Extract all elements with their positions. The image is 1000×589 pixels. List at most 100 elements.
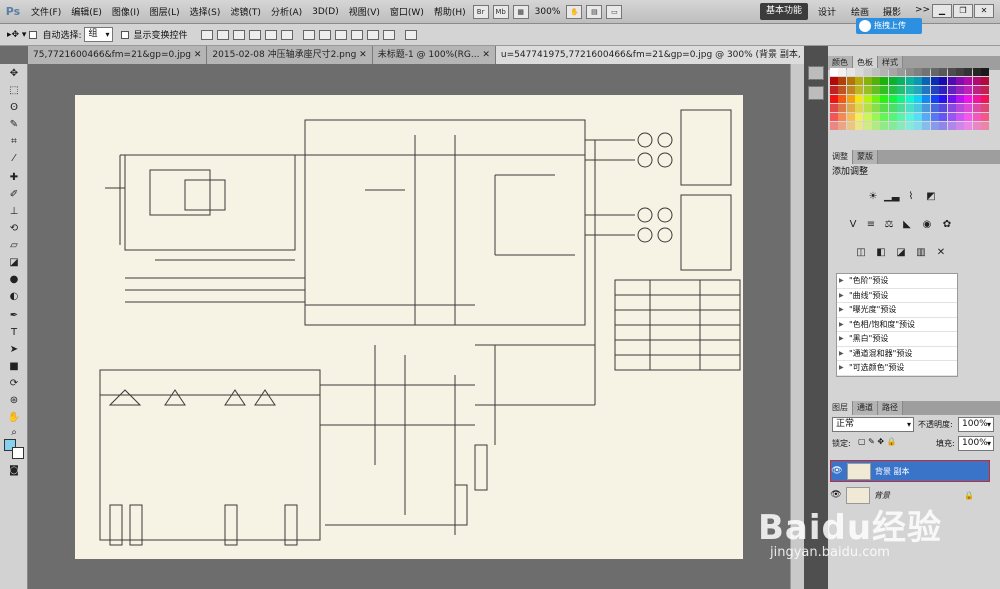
color-swatch[interactable] — [922, 104, 931, 112]
color-swatch[interactable] — [838, 86, 847, 94]
color-swatch[interactable] — [922, 77, 931, 85]
color-swatch[interactable] — [939, 95, 948, 103]
eye-icon[interactable]: 👁 — [830, 490, 842, 500]
color-swatch[interactable] — [930, 68, 939, 76]
menu-window[interactable]: 窗口(W) — [385, 5, 429, 18]
type-tool-icon[interactable]: T — [6, 326, 22, 340]
color-swatch[interactable] — [956, 68, 964, 76]
color-swatch[interactable] — [930, 77, 939, 85]
screen-mode-icon[interactable]: ▭ — [606, 4, 623, 19]
color-swatch[interactable] — [972, 77, 981, 85]
align-hcenter-icon[interactable] — [264, 29, 277, 40]
color-swatch[interactable] — [872, 122, 880, 130]
color-swatch[interactable] — [972, 86, 981, 94]
auto-select-dropdown[interactable]: 组 — [84, 27, 113, 42]
tab-adjustments[interactable]: 调整 — [828, 150, 853, 164]
marquee-tool-icon[interactable]: ⬚ — [6, 84, 22, 98]
color-swatch[interactable] — [897, 77, 906, 85]
preset-exposure[interactable]: "曝光度"预设 — [837, 303, 957, 318]
dodge-tool-icon[interactable]: ◐ — [6, 290, 22, 304]
tab-doc-active[interactable]: u=547741975,7721600466&fm=21&gp=0.jpg @ … — [495, 46, 804, 64]
selective-color-icon[interactable]: ✕ — [934, 246, 948, 259]
color-swatch[interactable] — [880, 122, 889, 130]
color-swatch[interactable] — [863, 95, 872, 103]
color-swatch[interactable] — [888, 95, 897, 103]
schematic-image[interactable] — [75, 95, 743, 559]
color-swatch[interactable] — [838, 104, 847, 112]
blend-mode-dropdown[interactable]: 正常 — [832, 417, 914, 432]
color-swatch[interactable] — [939, 104, 948, 112]
color-swatch[interactable] — [863, 86, 872, 94]
path-select-tool-icon[interactable]: ➤ — [6, 343, 22, 357]
zoom-level[interactable]: 300% — [535, 7, 561, 17]
color-swatch[interactable] — [830, 104, 838, 112]
color-swatch[interactable] — [888, 68, 897, 76]
preset-levels[interactable]: "色阶"预设 — [837, 274, 957, 289]
color-swatch[interactable] — [846, 122, 855, 130]
color-swatch[interactable] — [830, 77, 838, 85]
menu-3d[interactable]: 3D(D) — [307, 7, 344, 17]
fill-input[interactable]: 100% — [958, 436, 994, 451]
color-swatch[interactable] — [914, 122, 922, 130]
photo-filter-icon[interactable]: ◉ — [920, 218, 934, 231]
color-swatch[interactable] — [947, 104, 956, 112]
3d-rotate-tool-icon[interactable]: ⟳ — [6, 377, 22, 391]
color-swatch[interactable] — [981, 122, 990, 130]
color-swatch[interactable] — [939, 68, 948, 76]
color-swatch[interactable] — [905, 113, 914, 121]
blur-tool-icon[interactable]: ● — [6, 273, 22, 287]
tab-layers[interactable]: 图层 — [828, 401, 853, 415]
preset-curves[interactable]: "曲线"预设 — [837, 289, 957, 303]
color-swatch[interactable] — [855, 68, 864, 76]
color-swatch[interactable] — [922, 95, 931, 103]
color-swatch[interactable] — [922, 86, 931, 94]
color-swatch[interactable] — [947, 95, 956, 103]
layer-row-background-copy[interactable]: 👁 背景 副本 — [830, 460, 990, 482]
color-swatch[interactable] — [872, 68, 880, 76]
color-swatch[interactable] — [914, 77, 922, 85]
color-swatch[interactable] — [846, 104, 855, 112]
color-swatch[interactable] — [914, 104, 922, 112]
menu-image[interactable]: 图像(I) — [107, 5, 145, 18]
invert-icon[interactable]: ◫ — [854, 246, 868, 259]
distribute-hcenter-icon[interactable] — [366, 29, 379, 40]
color-swatch[interactable] — [880, 95, 889, 103]
color-swatch[interactable] — [855, 77, 864, 85]
color-swatch[interactable] — [922, 68, 931, 76]
color-swatch[interactable] — [888, 104, 897, 112]
color-swatch[interactable] — [972, 113, 981, 121]
color-swatch[interactable] — [922, 122, 931, 130]
color-swatch[interactable] — [981, 68, 990, 76]
quick-mask-icon[interactable]: ◙ — [6, 464, 22, 478]
tab-paths[interactable]: 路径 — [878, 401, 903, 415]
color-swatch[interactable] — [888, 77, 897, 85]
lasso-tool-icon[interactable]: ʘ — [6, 101, 22, 115]
eyedropper-tool-icon[interactable]: ⁄ — [6, 152, 22, 166]
color-swatch[interactable] — [914, 113, 922, 121]
color-swatch[interactable] — [863, 122, 872, 130]
color-swatch[interactable] — [939, 113, 948, 121]
hand-view-icon[interactable]: ✋ — [566, 4, 583, 19]
color-swatch[interactable] — [914, 95, 922, 103]
color-swatch[interactable] — [838, 113, 847, 121]
color-swatch[interactable] — [838, 68, 847, 76]
show-transform-checkbox[interactable] — [120, 30, 129, 39]
color-swatch[interactable] — [914, 68, 922, 76]
gradient-map-icon[interactable]: ▥ — [914, 246, 928, 259]
color-swatch[interactable] — [838, 95, 847, 103]
workspace-basic-button[interactable]: 基本功能 — [760, 3, 808, 20]
color-swatch[interactable] — [897, 95, 906, 103]
color-swatch[interactable] — [888, 113, 897, 121]
color-swatch[interactable] — [855, 86, 864, 94]
brush-tool-icon[interactable]: ✐ — [6, 188, 22, 202]
preset-selective-color[interactable]: "可选颜色"预设 — [837, 361, 957, 376]
color-swatch[interactable] — [981, 104, 990, 112]
preset-black-white[interactable]: "黑白"预设 — [837, 332, 957, 347]
color-swatch[interactable] — [846, 77, 855, 85]
distribute-left-icon[interactable] — [350, 29, 363, 40]
minibridge-icon[interactable]: Mb — [492, 4, 509, 19]
auto-select-checkbox[interactable] — [29, 30, 38, 39]
color-swatch[interactable] — [956, 104, 964, 112]
eraser-tool-icon[interactable]: ▱ — [6, 239, 22, 253]
channel-mixer-icon[interactable]: ✿ — [940, 218, 954, 231]
